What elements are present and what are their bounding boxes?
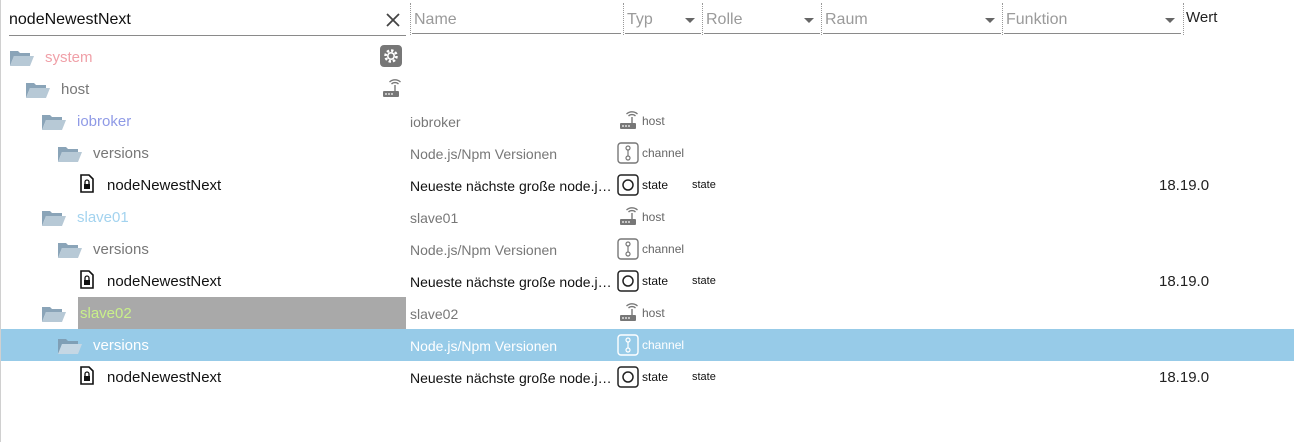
chevron-down-icon [1165,18,1175,23]
tree-item-type: state [642,370,669,384]
tree-item-type: channel [642,242,685,256]
name-filter-label: Name [414,11,457,28]
tree-item-name: versions [93,241,149,258]
gear-icon [380,45,402,67]
tree-item-name: slave02 [80,305,132,322]
host-icon [617,302,639,324]
locked-file-icon [80,174,94,193]
tree-item-name: versions [93,145,149,162]
tree-item-name: system [45,49,93,66]
column-divider [410,3,411,35]
tree-item-type: host [642,306,665,320]
rolle-filter-label: Rolle [706,11,743,28]
rolle-filter[interactable]: Rolle [704,4,820,34]
open-folder-icon[interactable] [41,305,67,323]
tree-item-description: Node.js/Npm Versionen [410,338,558,354]
tree-item-value[interactable]: 18.19.0 [1159,273,1209,290]
open-folder-icon[interactable] [25,81,51,99]
tree-item-name: nodeNewestNext [107,177,222,194]
tree-item-description: slave01 [410,210,459,226]
tree-item-description: Neueste nächste große node.js ... [410,178,615,194]
channel-icon [617,238,639,260]
tree-item-role: state [692,371,716,383]
tree-item-role: state [692,275,716,287]
locked-file-icon [80,270,94,289]
host-icon [617,206,639,228]
chevron-down-icon [685,18,695,23]
chevron-down-icon [804,18,814,23]
tree-item-name: nodeNewestNext [107,369,222,386]
tree-item-type: channel [642,146,685,160]
column-divider [1183,3,1184,35]
tree-row[interactable]: host [1,73,1294,105]
tree-item-type: host [642,114,665,128]
filter-header: Name Typ Rolle Raum Funktion Wert [0,0,1294,38]
tree-item-role: state [692,179,716,191]
open-folder-icon[interactable] [41,209,67,227]
tree-row[interactable]: nodeNewestNext Neueste nächste große nod… [1,265,1294,297]
tree-row[interactable]: versions Node.js/Npm Versionen channel [1,137,1294,169]
tree-item-description: slave02 [410,306,459,322]
tree-row[interactable]: slave02 slave02 host [1,297,1294,329]
locked-file-icon [80,366,94,385]
tree-row-selected[interactable]: versions Node.js/Npm Versionen channel [1,329,1294,361]
tree-item-name: versions [93,337,149,354]
raum-filter[interactable]: Raum [823,4,1001,34]
column-divider [702,3,703,35]
open-folder-icon[interactable] [9,49,35,67]
tree-item-value[interactable]: 18.19.0 [1159,177,1209,194]
funktion-filter-label: Funktion [1006,11,1068,28]
tree-item-name: nodeNewestNext [107,273,222,290]
raum-filter-label: Raum [825,11,868,28]
tree-item-type: channel [642,338,685,352]
channel-icon [617,334,639,356]
search-field[interactable] [9,4,406,36]
chevron-down-icon [985,18,995,23]
tree-item-description: iobroker [410,114,461,130]
tree-row[interactable]: iobroker iobroker host [1,105,1294,137]
tree-item-name: host [61,81,90,98]
open-folder-icon[interactable] [57,145,83,163]
host-icon [617,110,639,132]
column-divider [1002,3,1003,35]
funktion-filter[interactable]: Funktion [1004,4,1181,34]
wert-column-header: Wert [1186,9,1218,26]
state-icon [617,270,639,292]
state-icon [617,366,639,388]
clear-search-icon[interactable] [384,11,402,29]
open-folder-icon[interactable] [57,241,83,259]
column-divider [821,3,822,35]
open-folder-icon[interactable] [57,337,83,355]
tree-item-description: Neueste nächste große node.js ... [410,274,615,290]
tree-item-type: state [642,178,669,192]
typ-filter[interactable]: Typ [625,4,701,34]
state-icon [617,174,639,196]
column-divider [623,3,624,35]
tree-row[interactable]: versions Node.js/Npm Versionen channel [1,233,1294,265]
channel-icon [617,142,639,164]
tree-item-description: Node.js/Npm Versionen [410,242,558,258]
tree-row[interactable]: nodeNewestNext Neueste nächste große nod… [1,361,1294,393]
tree-item-description: Neueste nächste große node.js ... [410,370,615,386]
tree-item-type: state [642,274,669,288]
typ-filter-label: Typ [627,11,653,28]
tree-item-name: iobroker [77,113,132,130]
tree-item-type: host [642,210,665,224]
name-filter[interactable]: Name [412,4,621,34]
tree-row[interactable]: system [1,41,1294,73]
tree-item-description: Node.js/Npm Versionen [410,146,558,162]
search-input[interactable] [9,9,379,31]
tree-item-name: slave01 [77,209,129,226]
open-folder-icon[interactable] [41,113,67,131]
host-icon [380,78,402,100]
tree-row[interactable]: slave01 slave01 host [1,201,1294,233]
tree-row[interactable]: nodeNewestNext Neueste nächste große nod… [1,169,1294,201]
tree-item-value[interactable]: 18.19.0 [1159,369,1209,386]
